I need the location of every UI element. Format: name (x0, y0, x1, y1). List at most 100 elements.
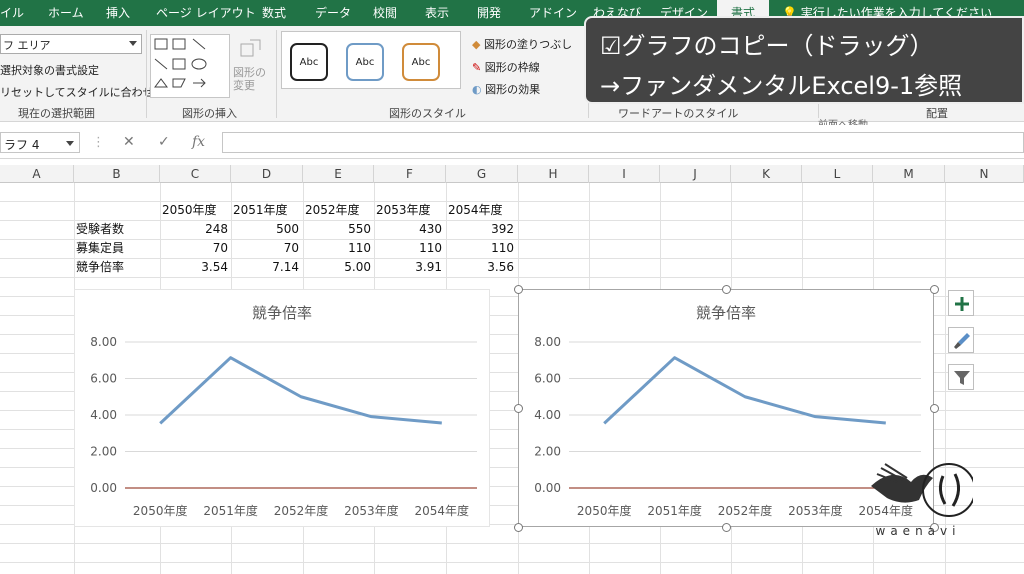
resize-handle[interactable] (513, 522, 523, 532)
y-tick-label: 2.00 (90, 445, 117, 459)
table-cell[interactable]: 110 (303, 239, 371, 258)
resize-handle[interactable] (721, 522, 731, 532)
table-cell[interactable]: 70 (160, 239, 228, 258)
table-header-cell[interactable]: 2051年度 (233, 201, 288, 220)
resize-handle[interactable] (929, 284, 939, 294)
ribbon-tab[interactable]: アドイン (529, 0, 577, 26)
shape-outline-label: 図形の枠線 (484, 61, 540, 74)
insert-function-icon[interactable]: fx (192, 134, 205, 150)
ribbon-tab[interactable]: ページ レイアウト (156, 0, 256, 26)
shape-fill-label: 図形の塗りつぶし (483, 38, 573, 51)
y-tick-label: 6.00 (90, 372, 117, 386)
format-selection-button[interactable]: 選択対象の書式設定 (0, 62, 99, 78)
shape-effects-button[interactable]: ◐ 図形の効果 (472, 81, 540, 97)
chart-elements-button[interactable] (948, 290, 974, 316)
column-header[interactable]: L (802, 165, 873, 183)
x-tick-label: 2050年度 (133, 503, 188, 518)
column-header[interactable]: G (446, 165, 518, 183)
x-tick-label: 2053年度 (344, 503, 399, 518)
chart-elements-value: フ エリア (3, 39, 51, 52)
table-cell[interactable]: 110 (374, 239, 442, 258)
table-cell[interactable]: 248 (160, 220, 228, 239)
column-header[interactable]: B (74, 165, 160, 183)
column-header[interactable]: I (589, 165, 660, 183)
y-tick-label: 0.00 (90, 481, 117, 495)
shape-style-2[interactable]: Abc (346, 43, 384, 81)
group-separator (146, 30, 147, 118)
table-cell[interactable]: 392 (446, 220, 514, 239)
table-cell[interactable]: 500 (231, 220, 299, 239)
cancel-icon[interactable]: ✕ (123, 134, 135, 150)
column-header[interactable]: A (0, 165, 74, 183)
table-row-label[interactable]: 受験者数 (76, 220, 124, 239)
name-box[interactable]: ラフ 4 (0, 132, 80, 153)
shape-outline-button[interactable]: ✎ 図形の枠線 (472, 59, 540, 75)
ribbon-tab[interactable]: ホーム (48, 0, 84, 26)
resize-handle[interactable] (929, 403, 939, 413)
change-shape-button[interactable]: 図形の 変更 (233, 66, 266, 92)
table-cell[interactable]: 70 (231, 239, 299, 258)
chart-styles-button[interactable] (948, 327, 974, 353)
pencil-icon: ✎ (472, 61, 482, 74)
column-header[interactable]: M (873, 165, 945, 183)
table-row-label[interactable]: 競争倍率 (76, 258, 124, 277)
plus-icon (955, 297, 969, 311)
column-header[interactable]: K (731, 165, 802, 183)
series-line[interactable] (159, 356, 442, 425)
table-cell[interactable]: 550 (303, 220, 371, 239)
chevron-down-icon (129, 41, 137, 46)
chevron-down-icon (66, 141, 74, 146)
x-tick-label: 2051年度 (647, 503, 702, 518)
column-headers: ABCDEFGHIJKLMN (0, 165, 1024, 183)
table-cell[interactable]: 3.91 (374, 258, 442, 277)
column-header[interactable]: F (374, 165, 446, 183)
gridline (0, 277, 1024, 278)
table-header-cell[interactable]: 2050年度 (162, 201, 217, 220)
table-cell[interactable]: 7.14 (231, 258, 299, 277)
shape-styles-group-label: 図形のスタイル (389, 107, 466, 120)
table-cell[interactable]: 3.56 (446, 258, 514, 277)
table-header-cell[interactable]: 2054年度 (448, 201, 503, 220)
column-header[interactable]: C (160, 165, 231, 183)
chart-elements-dropdown[interactable]: フ エリア (0, 34, 142, 54)
shape-fill-button[interactable]: ◆ 図形の塗りつぶし (472, 36, 572, 52)
table-header-cell[interactable]: 2053年度 (376, 201, 431, 220)
table-cell[interactable]: 5.00 (303, 258, 371, 277)
current-selection-group-label: 現在の選択範囲 (18, 107, 95, 120)
column-header[interactable]: E (303, 165, 374, 183)
ribbon-tab[interactable]: イル (0, 0, 24, 26)
ribbon-tab[interactable]: データ (315, 0, 351, 26)
column-header[interactable]: N (945, 165, 1024, 183)
ribbon-tab[interactable]: 校閲 (373, 0, 397, 26)
table-cell[interactable]: 110 (446, 239, 514, 258)
formula-input[interactable] (222, 132, 1024, 153)
enter-icon[interactable]: ✓ (158, 134, 170, 150)
column-header[interactable]: D (231, 165, 303, 183)
resize-handle[interactable] (513, 403, 523, 413)
series-line[interactable] (603, 356, 886, 425)
ribbon-tab[interactable]: 数式 (262, 0, 286, 26)
gridline (0, 201, 1024, 202)
table-cell[interactable]: 430 (374, 220, 442, 239)
formula-bar: ラフ 4 ⋮ ✕ ✓ fx (0, 125, 1024, 159)
resize-handle[interactable] (513, 284, 523, 294)
table-cell[interactable]: 3.54 (160, 258, 228, 277)
reset-style-button[interactable]: リセットしてスタイルに合わせる (0, 84, 165, 100)
ribbon-tab[interactable]: 挿入 (106, 0, 130, 26)
shapes-gallery[interactable] (150, 34, 230, 98)
ribbon-tab[interactable]: 表示 (425, 0, 449, 26)
table-header-cell[interactable]: 2052年度 (305, 201, 360, 220)
brush-icon (954, 333, 970, 349)
column-header[interactable]: H (518, 165, 589, 183)
shape-styles-gallery: Abc Abc Abc (281, 31, 461, 89)
shape-style-3[interactable]: Abc (402, 43, 440, 81)
ribbon-tab[interactable]: 開発 (477, 0, 501, 26)
x-tick-label: 2050年度 (577, 503, 632, 518)
effects-icon: ◐ (472, 83, 482, 96)
chart-original[interactable]: 競争倍率 0.00 2.00 4.00 6.00 8.00 2050年度 2051年度 205… (74, 289, 490, 527)
shape-style-1[interactable]: Abc (290, 43, 328, 81)
column-header[interactable]: J (660, 165, 731, 183)
table-row-label[interactable]: 募集定員 (76, 239, 124, 258)
chart-filters-button[interactable] (948, 364, 974, 390)
resize-handle[interactable] (721, 284, 731, 294)
